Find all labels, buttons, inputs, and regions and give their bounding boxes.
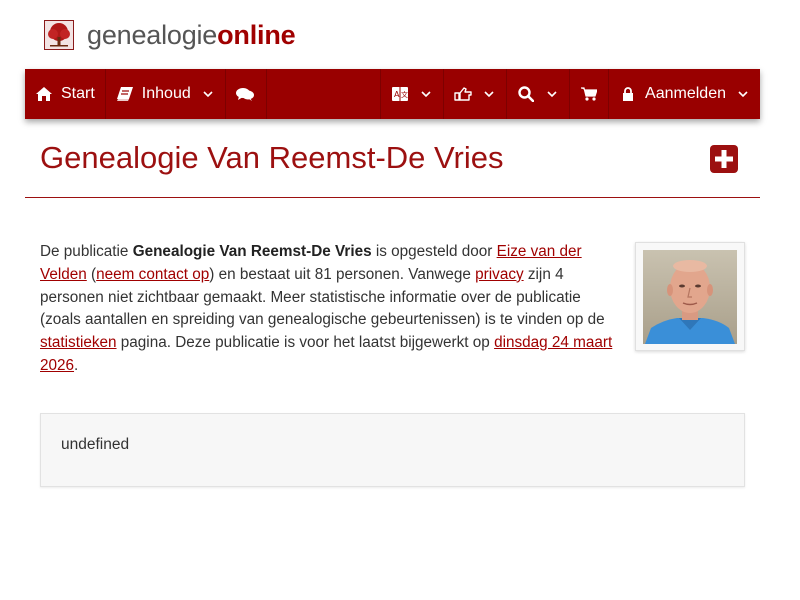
add-button[interactable]	[710, 145, 738, 173]
nav-login[interactable]: Aanmelden	[609, 69, 760, 119]
nav-chat[interactable]	[226, 69, 267, 119]
desc-text: is opgesteld door	[371, 243, 497, 260]
desc-text: pagina. Deze publicatie is voor het laat…	[116, 334, 495, 352]
plus-square-icon	[710, 145, 738, 177]
desc-text: De publicatie	[40, 243, 133, 260]
publication-description: De publicatie Genealogie Van Reemst-De V…	[40, 241, 620, 378]
nav-spacer	[267, 69, 382, 119]
statistics-link[interactable]: statistieken	[40, 334, 117, 351]
privacy-link[interactable]: privacy	[475, 266, 523, 283]
chevron-down-icon	[484, 89, 496, 99]
search-icon	[517, 86, 535, 102]
brand-name-light: genealogie	[87, 19, 218, 50]
tree-icon	[44, 20, 74, 50]
nav-cart[interactable]	[570, 69, 610, 119]
contact-link[interactable]: neem contact op	[96, 266, 209, 283]
publication-name: Genealogie Van Reemst-De Vries	[132, 243, 372, 260]
book-icon	[116, 86, 134, 102]
nav-inhoud-label: Inhoud	[141, 85, 191, 102]
author-photo	[643, 250, 737, 344]
brand-name: genealogieonline	[87, 19, 296, 51]
brand[interactable]: genealogieonline	[44, 18, 296, 52]
page-title: Genealogie Van Reemst-De Vries	[40, 140, 504, 175]
chevron-down-icon	[203, 89, 215, 99]
nav-share[interactable]	[444, 69, 508, 119]
nav-start-label: Start	[61, 85, 95, 102]
desc-text: .	[74, 356, 79, 374]
desc-text: ) en bestaat uit 81 personen. Vanwege	[209, 265, 476, 283]
brand-name-bold: online	[217, 19, 296, 50]
main-navbar: Start Inhoud A文 Aanmelden	[25, 69, 760, 119]
chevron-down-icon	[547, 89, 559, 99]
hand-pointer-icon	[454, 86, 472, 102]
chevron-down-icon	[421, 89, 433, 99]
svg-text:文: 文	[401, 90, 408, 99]
title-divider	[25, 197, 760, 198]
card-text: undefined	[61, 436, 130, 453]
home-icon	[35, 86, 53, 102]
nav-language[interactable]: A文	[381, 69, 445, 119]
chevron-down-icon	[738, 89, 750, 99]
nav-inhoud[interactable]: Inhoud	[106, 69, 226, 119]
language-icon: A文	[391, 86, 409, 102]
desc-text: (	[86, 265, 97, 283]
cart-icon	[580, 86, 598, 102]
svg-text:A: A	[394, 90, 400, 99]
author-photo-frame	[635, 242, 745, 351]
nav-login-label: Aanmelden	[645, 85, 726, 102]
comments-icon	[235, 86, 254, 102]
nav-start[interactable]: Start	[25, 69, 106, 119]
nav-search[interactable]	[507, 69, 571, 119]
lock-icon	[619, 86, 637, 102]
content-card: undefined	[40, 413, 745, 487]
